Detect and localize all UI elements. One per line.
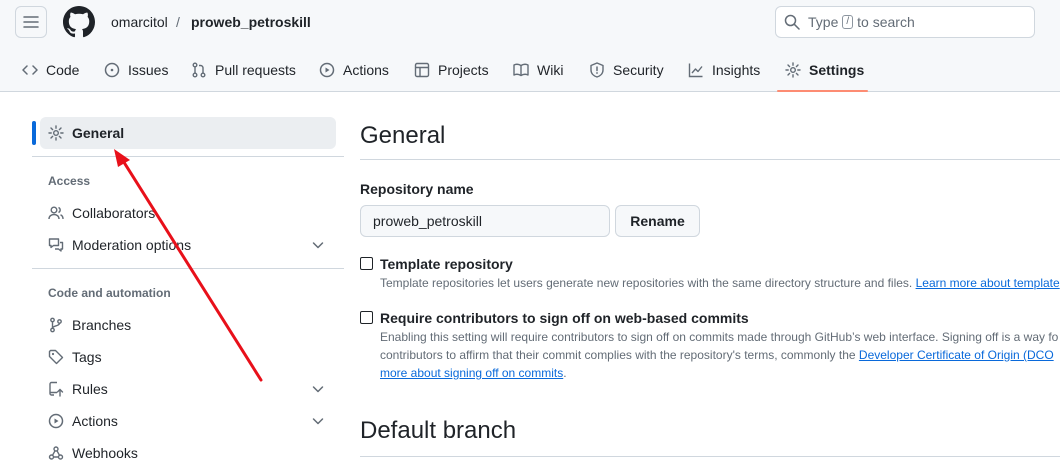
tab-settings[interactable]: Settings [785,50,864,90]
branch-icon [50,317,62,333]
tab-label: Security [613,62,664,78]
people-icon [48,206,64,220]
sidebar-item-rules[interactable]: Rules [40,373,336,405]
comment-discussion-icon [48,238,64,252]
rename-button[interactable]: Rename [615,205,700,237]
signoff-note-line3: more about signing off on commits. [380,364,567,382]
sidebar-item-label: Moderation options [72,237,192,253]
sidebar-group-code-automation: Code and automation [48,286,171,300]
section-divider [360,456,1060,457]
pull-request-icon [192,62,206,78]
search-prefix: Type [808,14,839,30]
tab-wiki[interactable]: Wiki [513,50,563,90]
issue-icon [104,62,120,78]
sidebar-item-actions[interactable]: Actions [40,405,336,437]
template-repository-label: Template repository [380,256,513,272]
sidebar-item-label: Branches [72,317,132,333]
breadcrumb-owner[interactable]: omarcitol [111,12,168,32]
tab-label: Code [46,62,80,78]
webhook-icon [48,446,64,460]
gear-icon [48,125,64,141]
signoff-checkbox[interactable] [360,311,373,324]
code-icon [22,65,38,75]
tab-code[interactable]: Code [22,50,79,90]
gear-icon [785,62,801,78]
play-icon [48,413,64,429]
template-note-text: Template repositories let users generate… [380,276,913,290]
book-icon [513,63,529,77]
search-suffix: to search [857,14,915,30]
tab-pull-requests[interactable]: Pull requests [191,50,296,90]
repo-push-icon [49,381,64,397]
sidebar-divider [32,156,344,157]
learn-more-signoff-link[interactable]: more about signing off on commits [380,366,563,380]
tab-insights[interactable]: Insights [688,50,760,90]
search-icon [784,14,800,30]
tab-label: Issues [128,62,169,78]
sidebar-item-label: Actions [72,413,118,429]
breadcrumb-separator: / [176,14,180,30]
signoff-note-line1: Enabling this setting will require contr… [380,330,1059,344]
repo-header: omarcitol / proweb_petroskill Type / to … [0,0,1060,92]
tab-label: Pull requests [215,62,296,78]
signoff-label: Require contributors to sign off on web-… [380,310,749,326]
sidebar-item-label: General [72,125,125,141]
table-icon [414,62,430,78]
repo-nav-tabs: Code Issues Pull requests Actions Projec… [0,50,1060,92]
github-logo-icon[interactable] [63,6,95,38]
graph-icon [688,63,703,78]
breadcrumb-repo[interactable]: proweb_petroskill [191,12,311,32]
sidebar-item-label: Tags [72,349,102,365]
search-input[interactable]: Type / to search [775,6,1035,38]
play-icon [319,62,335,78]
hamburger-icon [23,16,39,28]
sidebar-item-tags[interactable]: Tags [40,341,336,373]
hamburger-menu-button[interactable] [15,6,47,38]
sidebar-item-label: Collaborators [72,205,156,221]
learn-more-template-link[interactable]: Learn more about template [916,276,1060,290]
sidebar-group-access: Access [48,174,91,188]
tab-projects[interactable]: Projects [414,50,489,90]
chevron-down-icon[interactable] [310,413,326,429]
default-branch-title: Default branch [360,417,517,444]
dco-link[interactable]: Developer Certificate of Origin (DCO [859,348,1054,362]
shield-icon [590,62,604,78]
tab-label: Actions [343,62,389,78]
repository-name-label: Repository name [360,181,474,197]
sidebar-item-branches[interactable]: Branches [40,309,336,341]
signoff-note-text: contributors to affirm that their commit… [380,348,856,362]
sidebar-item-moderation[interactable]: Moderation options [40,229,336,261]
tab-label: Wiki [537,62,564,78]
chevron-down-icon[interactable] [310,237,326,253]
tab-label: Projects [438,62,489,78]
sidebar-item-general[interactable]: General [40,117,336,149]
tab-label: Insights [712,62,761,78]
repository-name-input[interactable] [360,205,610,237]
active-tab-indicator [777,90,868,92]
tab-issues[interactable]: Issues [104,50,168,90]
sidebar-item-label: Rules [72,381,108,397]
tag-icon [48,349,64,365]
search-shortcut-key: / [842,15,854,29]
tab-actions[interactable]: Actions [319,50,389,90]
page-title: General [360,122,446,149]
chevron-down-icon[interactable] [310,381,326,397]
template-repository-checkbox[interactable] [360,257,373,270]
tab-security[interactable]: Security [589,50,664,90]
sidebar-item-collaborators[interactable]: Collaborators [40,197,336,229]
sidebar-item-webhooks[interactable]: Webhooks [40,437,336,461]
signoff-note-line2: contributors to affirm that their commit… [380,346,1054,364]
sidebar-divider [32,268,344,269]
sidebar-item-label: Webhooks [72,445,138,461]
signoff-note-tail: . [563,366,567,380]
active-item-indicator [32,121,36,145]
template-repository-note: Template repositories let users generate… [380,274,1060,292]
tab-label: Settings [809,62,865,78]
title-divider [360,159,1060,160]
